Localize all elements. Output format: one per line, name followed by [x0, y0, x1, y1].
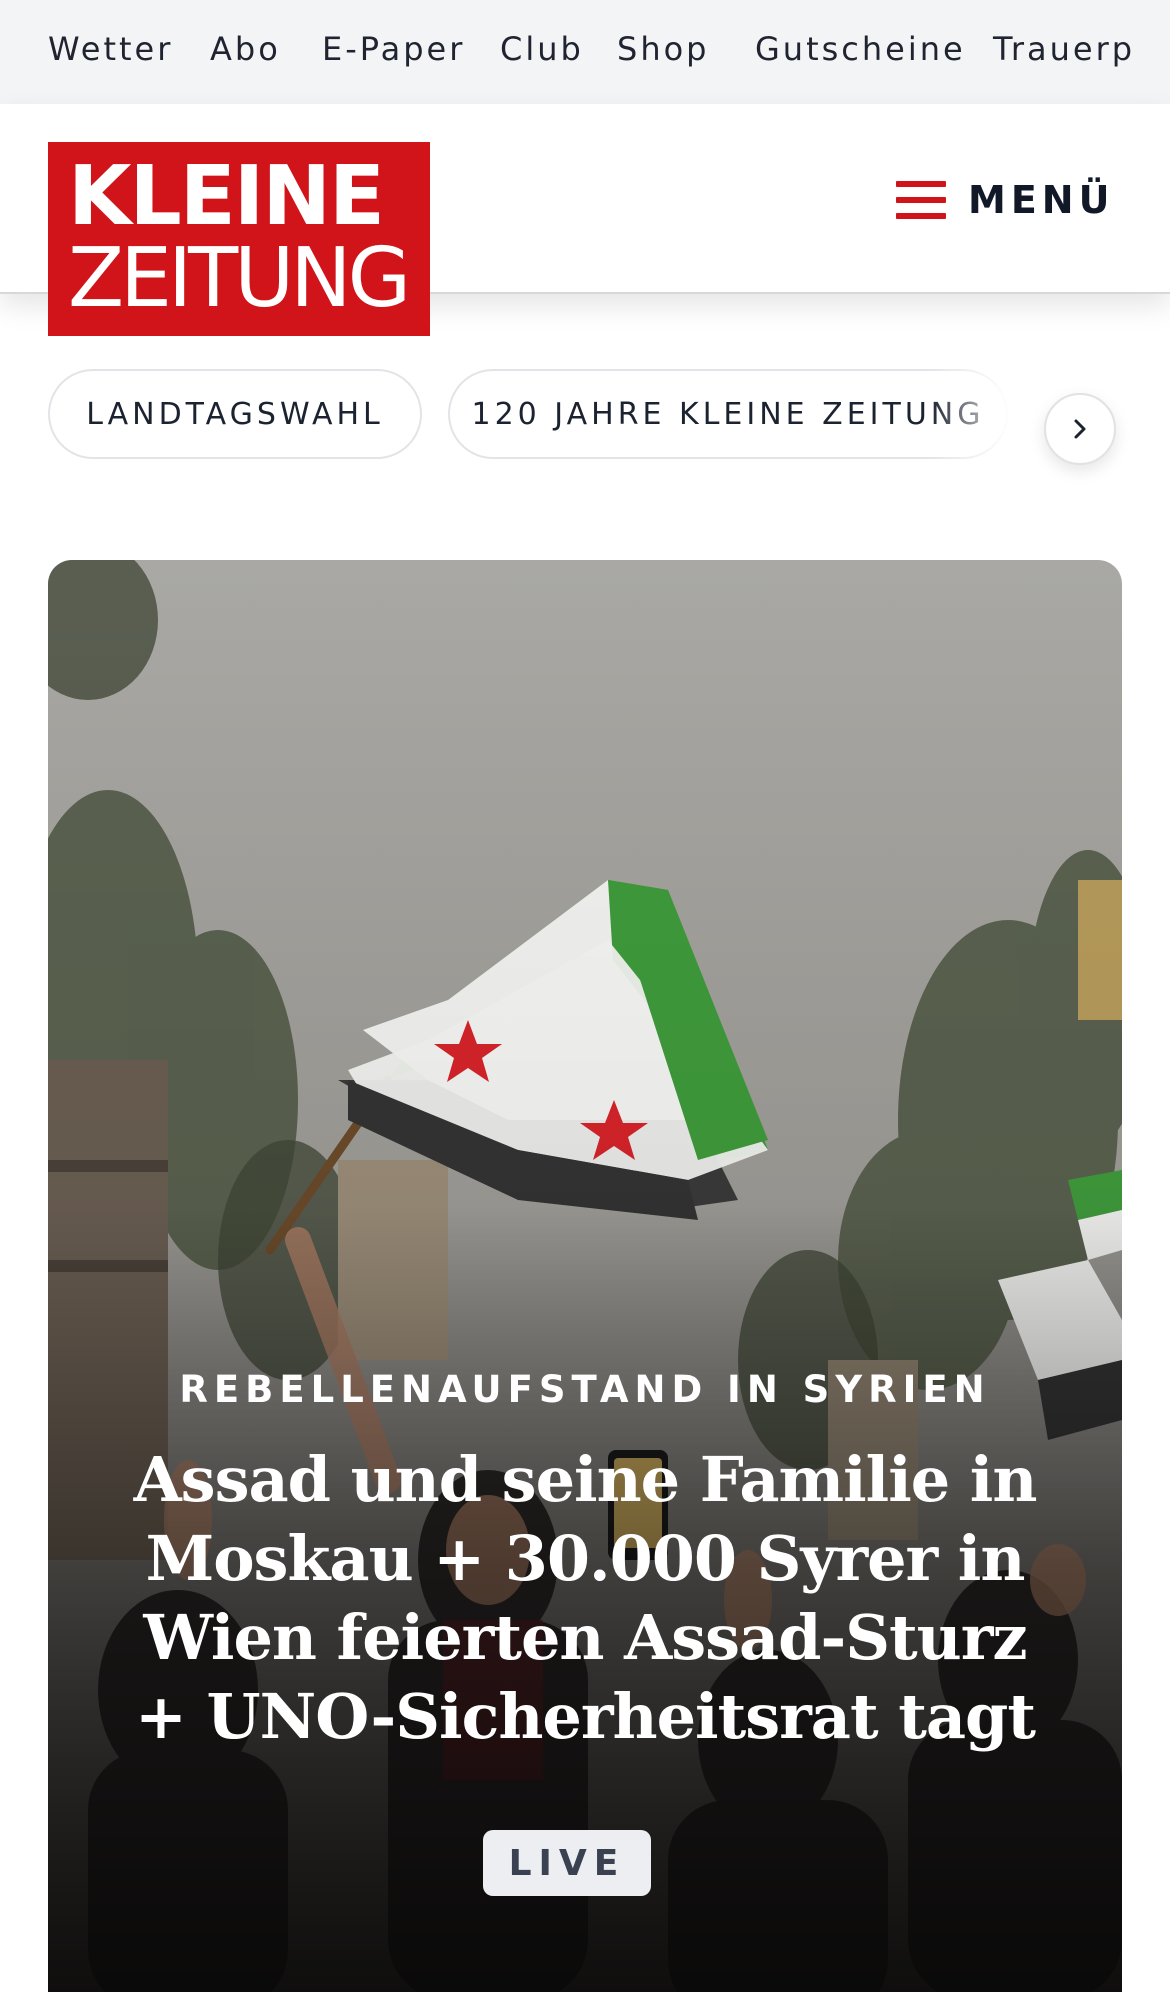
nav-link-epaper[interactable]: E-Paper: [322, 30, 465, 68]
chevron-right-icon: [1074, 419, 1086, 439]
live-badge: LIVE: [483, 1830, 651, 1896]
logo-text-zeitung: ZEITUNG: [68, 231, 411, 326]
topics-scroll-right-button[interactable]: [1044, 393, 1116, 465]
nav-link-wetter[interactable]: Wetter: [48, 30, 173, 68]
logo-text-kleine: KLEINE: [68, 149, 385, 244]
menu-button[interactable]: MENÜ: [896, 172, 1114, 228]
hamburger-icon: [896, 181, 946, 219]
hero-photo: [48, 560, 1122, 1992]
top-utility-nav: Wetter Abo E-Paper Club Shop Gutscheine …: [0, 0, 1170, 104]
topic-pill-landtagswahl[interactable]: LANDTAGSWAHL: [48, 369, 422, 459]
hero-article-card[interactable]: REBELLENAUFSTAND IN SYRIEN Assad und sei…: [48, 560, 1122, 1992]
hero-kicker: REBELLENAUFSTAND IN SYRIEN: [179, 1368, 991, 1411]
hero-headline[interactable]: Assad und seine Familie in Moskau + 30.0…: [108, 1440, 1062, 1756]
topic-scroll-fade: [930, 360, 1050, 490]
nav-link-gutscheine[interactable]: Gutscheine: [755, 30, 966, 68]
nav-link-trauerportal[interactable]: Trauerp: [993, 30, 1135, 68]
menu-label: MENÜ: [968, 178, 1115, 222]
site-header: KLEINE ZEITUNG MENÜ: [0, 104, 1170, 336]
nav-link-shop[interactable]: Shop: [617, 30, 709, 68]
nav-link-club[interactable]: Club: [500, 30, 584, 68]
topic-pill-120-jahre[interactable]: 120 JAHRE KLEINE ZEITUNG: [448, 369, 1008, 459]
kleine-zeitung-logo[interactable]: KLEINE ZEITUNG: [48, 142, 430, 336]
nav-link-abo[interactable]: Abo: [210, 30, 281, 68]
